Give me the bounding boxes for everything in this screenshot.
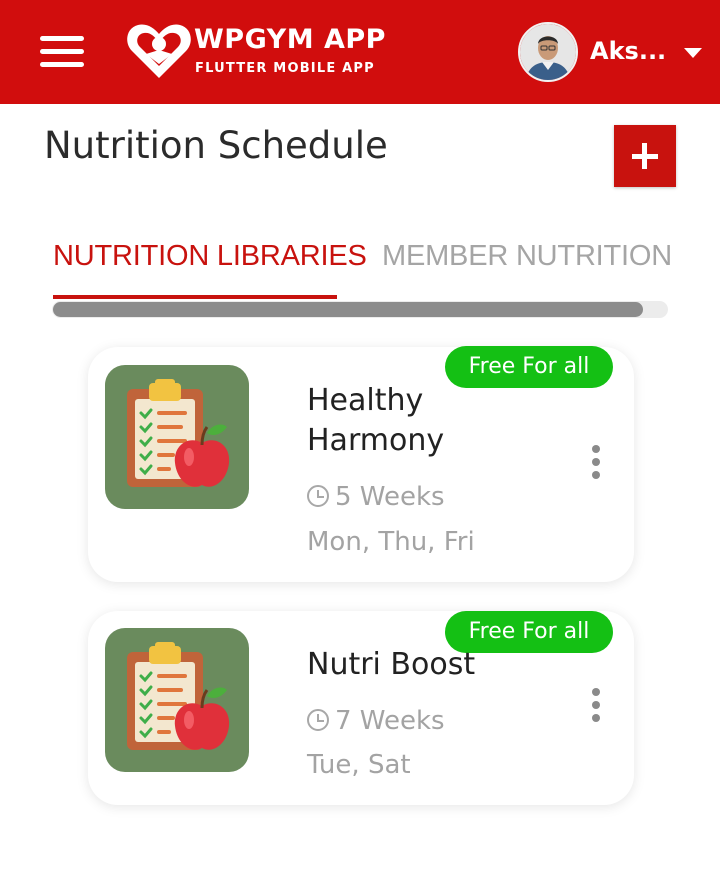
duration: 5 Weeks xyxy=(307,482,445,512)
clock-icon xyxy=(307,485,329,507)
hamburger-menu-icon[interactable] xyxy=(40,34,84,70)
active-tab-indicator xyxy=(53,295,337,299)
tab-scrollbar-thumb[interactable] xyxy=(53,302,643,317)
card-title: Healthy Harmony xyxy=(307,383,445,458)
duration: 7 Weeks xyxy=(307,706,445,736)
clock-icon xyxy=(307,709,329,731)
page-title: Nutrition Schedule xyxy=(44,124,388,167)
more-options-icon[interactable] xyxy=(588,445,604,485)
add-button[interactable] xyxy=(614,125,676,187)
avatar[interactable] xyxy=(518,22,578,82)
schedule-days: Mon, Thu, Fri xyxy=(307,527,475,557)
caret-down-icon[interactable] xyxy=(684,48,702,58)
more-options-icon[interactable] xyxy=(588,688,604,728)
nutrition-card[interactable]: Free For all Nutri Boost 7 Weeks Tue, Sa… xyxy=(88,611,634,805)
tab-nutrition-libraries[interactable]: NUTRITION LIBRARIES xyxy=(53,240,367,273)
brand-subtitle: FLUTTER MOBILE APP xyxy=(195,61,375,76)
tab-member-nutrition[interactable]: MEMBER NUTRITION xyxy=(382,240,672,273)
nutrition-card[interactable]: Free For all Healthy Harmony 5 Weeks Mon… xyxy=(88,346,634,582)
card-title: Nutri Boost xyxy=(307,647,476,682)
duration-text: 5 Weeks xyxy=(335,482,445,512)
app-header: WPGYM APP FLUTTER MOBILE APP Aks... xyxy=(0,0,720,104)
heart-logo-icon xyxy=(126,20,192,82)
brand-title: WPGYM APP xyxy=(194,24,386,55)
user-name[interactable]: Aks... xyxy=(590,37,666,65)
clipboard-apple-icon xyxy=(105,365,249,509)
duration-text: 7 Weeks xyxy=(335,706,445,736)
schedule-days: Tue, Sat xyxy=(307,750,411,780)
clipboard-apple-icon xyxy=(105,628,249,772)
